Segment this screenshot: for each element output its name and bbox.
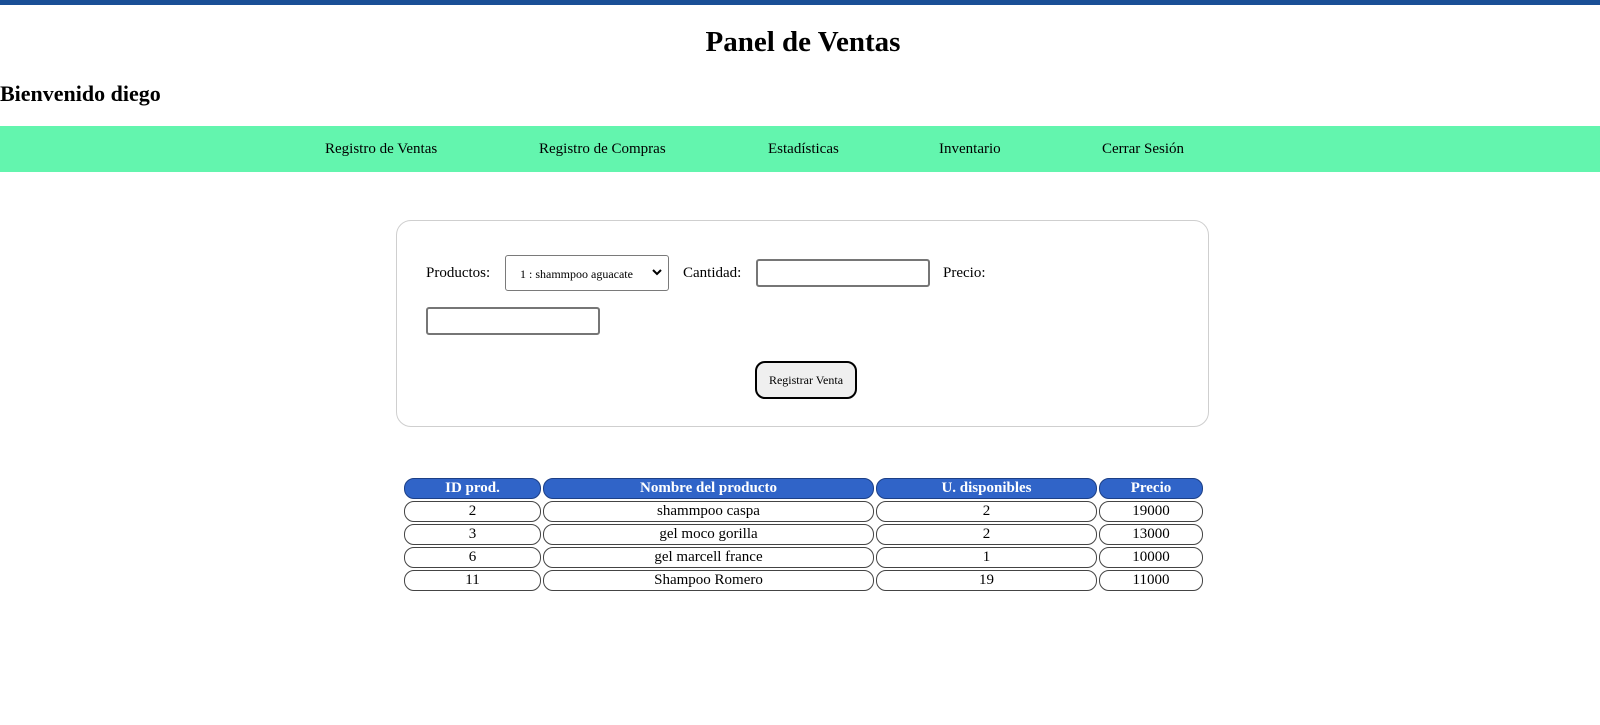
table-header-row: ID prod. Nombre del producto U. disponib… bbox=[404, 478, 1203, 499]
cell-id: 3 bbox=[404, 524, 541, 545]
chevron-down-icon bbox=[652, 269, 662, 276]
cell-id: 11 bbox=[404, 570, 541, 591]
nav-item-estadisticas[interactable]: Estadísticas bbox=[768, 126, 839, 172]
registrar-venta-button[interactable]: Registrar Venta bbox=[755, 361, 857, 399]
nav-item-inventario[interactable]: Inventario bbox=[939, 126, 1001, 172]
cell-nombre: gel marcell france bbox=[543, 547, 874, 568]
productos-select[interactable]: 1 : shammpoo aguacate bbox=[505, 255, 669, 291]
top-accent-bar bbox=[0, 0, 1600, 5]
welcome-message: Bienvenido diego bbox=[0, 81, 161, 106]
table-row: 2 shammpoo caspa 2 19000 bbox=[404, 501, 1203, 522]
page-title: Panel de Ventas bbox=[705, 26, 901, 58]
cell-precio: 10000 bbox=[1099, 547, 1203, 568]
table-row: 11 Shampoo Romero 19 11000 bbox=[404, 570, 1203, 591]
cell-nombre: gel moco gorilla bbox=[543, 524, 874, 545]
precio-label: Precio: bbox=[943, 265, 986, 281]
cell-precio: 11000 bbox=[1099, 570, 1203, 591]
nav-item-registro-ventas[interactable]: Registro de Ventas bbox=[325, 126, 437, 172]
column-header-id: ID prod. bbox=[404, 478, 541, 499]
nav-item-cerrar-sesion[interactable]: Cerrar Sesión bbox=[1102, 126, 1184, 172]
cell-nombre: shammpoo caspa bbox=[543, 501, 874, 522]
main-navbar: Registro de Ventas Registro de Compras E… bbox=[0, 126, 1600, 172]
column-header-nombre: Nombre del producto bbox=[543, 478, 874, 499]
cantidad-label: Cantidad: bbox=[683, 265, 742, 281]
products-table: ID prod. Nombre del producto U. disponib… bbox=[402, 476, 1205, 593]
precio-input[interactable] bbox=[426, 307, 600, 335]
cell-unidades: 1 bbox=[876, 547, 1097, 568]
productos-label: Productos: bbox=[426, 265, 491, 281]
productos-selected-value: 1 : shammpoo aguacate bbox=[520, 267, 633, 281]
cell-precio: 19000 bbox=[1099, 501, 1203, 522]
column-header-unidades: U. disponibles bbox=[876, 478, 1097, 499]
nav-item-registro-compras[interactable]: Registro de Compras bbox=[539, 126, 666, 172]
cantidad-input[interactable] bbox=[756, 259, 930, 287]
cell-unidades: 2 bbox=[876, 524, 1097, 545]
table-row: 3 gel moco gorilla 2 13000 bbox=[404, 524, 1203, 545]
cell-id: 2 bbox=[404, 501, 541, 522]
cell-id: 6 bbox=[404, 547, 541, 568]
table-row: 6 gel marcell france 1 10000 bbox=[404, 547, 1203, 568]
cell-unidades: 2 bbox=[876, 501, 1097, 522]
cell-nombre: Shampoo Romero bbox=[543, 570, 874, 591]
cell-precio: 13000 bbox=[1099, 524, 1203, 545]
cell-unidades: 19 bbox=[876, 570, 1097, 591]
sales-form: Productos: 1 : shammpoo aguacate Cantida… bbox=[396, 220, 1209, 427]
column-header-precio: Precio bbox=[1099, 478, 1203, 499]
